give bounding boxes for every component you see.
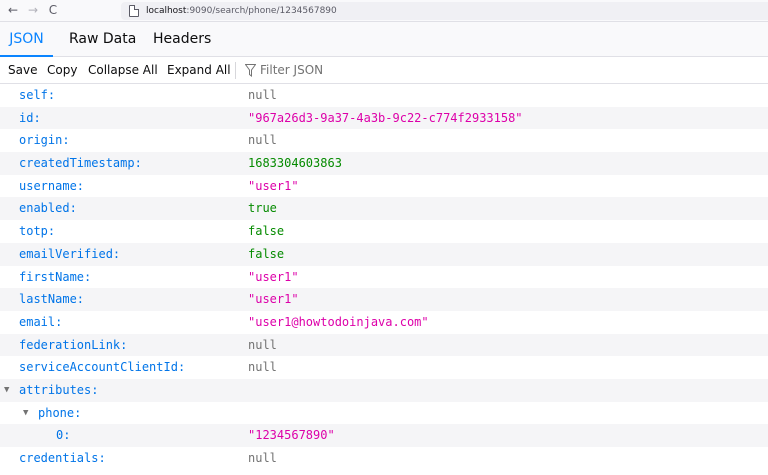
json-value: false [248, 246, 285, 261]
json-row[interactable]: enabled: true [0, 197, 768, 221]
json-key: totp: [19, 224, 56, 239]
json-key: credentials: [19, 451, 106, 465]
json-key: emailVerified: [19, 246, 121, 261]
json-key: origin: [19, 133, 70, 148]
json-value: 1683304603863 [248, 156, 342, 171]
filter-json-input[interactable] [260, 60, 460, 80]
json-value: "967a26d3-9a37-4a3b-9c22-c774f2933158" [248, 110, 523, 125]
json-row[interactable]: email: "user1@howtodoinjava.com" [0, 311, 768, 334]
json-key: serviceAccountClientId: [19, 360, 186, 375]
json-value: null [248, 133, 277, 148]
json-row[interactable]: ▼ phone: [0, 402, 768, 425]
toolbar-divider [235, 62, 236, 79]
json-tree: self: null id: "967a26d3-9a37-4a3b-9c22-c77… [0, 84, 768, 470]
back-arrow-icon[interactable]: ← [5, 2, 21, 18]
json-row[interactable]: credentials: null [0, 447, 768, 470]
copy-button[interactable]: Copy [47, 57, 77, 83]
json-key: id: [19, 110, 41, 125]
expand-all-button[interactable]: Expand All [167, 57, 231, 83]
triangle-down-icon[interactable]: ▼ [23, 402, 28, 425]
triangle-down-icon[interactable]: ▼ [4, 379, 9, 402]
tab-raw-data[interactable]: Raw Data [69, 22, 136, 57]
json-row[interactable]: self: null [0, 84, 768, 107]
json-row[interactable]: origin: null [0, 129, 768, 152]
save-button[interactable]: Save [8, 57, 37, 83]
tab-headers[interactable]: Headers [153, 22, 211, 57]
json-key: email: [19, 314, 63, 329]
address-bar[interactable]: localhost:9090/search/phone/1234567890 [121, 2, 768, 20]
tab-json[interactable]: JSON [0, 22, 53, 57]
browser-nav-bar: ← → C localhost:9090/search/phone/123456… [0, 0, 768, 22]
forward-arrow-icon[interactable]: → [25, 2, 41, 18]
json-value: null [248, 337, 277, 352]
json-value: null [248, 360, 277, 375]
json-key: createdTimestamp: [19, 156, 142, 171]
reload-icon[interactable]: C [45, 2, 61, 18]
json-value: true [248, 201, 277, 216]
json-row[interactable]: federationLink: null [0, 333, 768, 357]
json-key: self: [19, 88, 56, 102]
json-row[interactable]: id: "967a26d3-9a37-4a3b-9c22-c774f2933158… [0, 106, 768, 130]
url-host: localhost [146, 6, 187, 16]
json-key: enabled: [19, 201, 77, 216]
json-value: "user1" [248, 269, 299, 284]
json-key: federationLink: [19, 337, 128, 352]
json-value: null [248, 88, 277, 102]
json-row[interactable]: lastName: "user1" [0, 288, 768, 311]
json-row[interactable]: serviceAccountClientId: null [0, 356, 768, 379]
json-value: false [248, 224, 285, 239]
json-key: lastName: [19, 292, 85, 307]
collapse-all-button[interactable]: Collapse All [88, 57, 158, 83]
json-key: attributes: [19, 382, 99, 397]
json-toolbar: Save Copy Collapse All Expand All [0, 57, 768, 84]
json-value: "user1" [248, 178, 299, 193]
json-row[interactable]: 0: "1234567890" [0, 424, 768, 447]
viewer-tab-bar: JSON Raw Data Headers [0, 22, 768, 57]
url-path: :9090/search/phone/1234567890 [186, 6, 337, 16]
json-row[interactable]: firstName: "user1" [0, 266, 768, 289]
json-row[interactable]: username: "user1" [0, 175, 768, 198]
json-row[interactable]: totp: false [0, 220, 768, 243]
page-icon [129, 5, 139, 17]
json-value: null [248, 451, 277, 465]
url-text[interactable]: localhost:9090/search/phone/1234567890 [146, 5, 337, 17]
json-row[interactable]: emailVerified: false [0, 242, 768, 266]
filter-funnel-icon [245, 64, 256, 77]
json-row[interactable]: ▼ attributes: [0, 378, 768, 402]
json-key: phone: [38, 405, 82, 420]
json-key: firstName: [19, 269, 92, 284]
json-row[interactable]: createdTimestamp: 1683304603863 [0, 152, 768, 175]
json-key: username: [19, 178, 85, 193]
json-value: "1234567890" [248, 428, 335, 443]
json-key: 0: [56, 428, 71, 443]
json-value: "user1@howtodoinjava.com" [248, 314, 429, 329]
json-value: "user1" [248, 292, 299, 307]
